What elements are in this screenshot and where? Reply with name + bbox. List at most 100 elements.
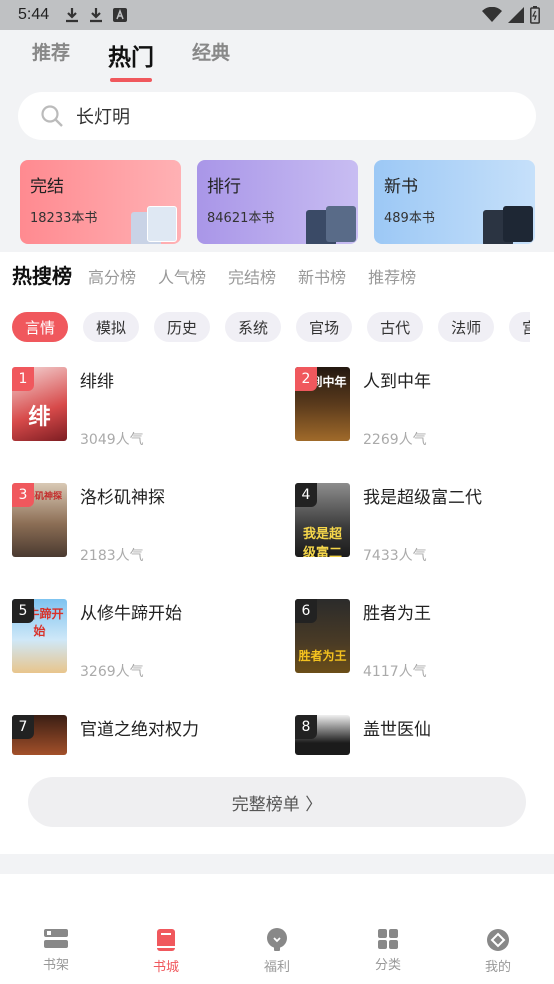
card-finished-title: 完结 [30,177,64,197]
nav-label: 分类 [374,958,401,973]
book-cover: 绯 1 [12,367,67,441]
rank-tab-new[interactable]: 新书榜 [298,264,346,288]
ranking-section: 热搜榜 高分榜 人气榜 完结榜 新书榜 推荐榜 言情 模拟 历史 系统 官场 古… [0,252,554,854]
chip-palace[interactable]: 宫 [509,312,530,342]
rank-badge: 1 [12,367,34,391]
full-list-button[interactable]: 完整榜单 〉 [28,777,526,827]
cover-title: 我是超级富二代 [302,527,342,557]
book-popularity: 2269人气 [363,432,427,448]
nav-label: 书城 [152,960,179,975]
book-title: 从修牛蹄开始 [80,604,182,624]
chip-ancient[interactable]: 古代 [367,312,424,342]
profile-icon [487,929,509,951]
card-new-books[interactable]: 新书 489本书 [374,160,535,244]
card-ranking-covers [302,206,358,244]
card-ranking[interactable]: 排行 84621本书 [197,160,358,244]
book-item[interactable]: 7 官道之绝对权力 [12,715,272,755]
bookshelf-icon [44,929,68,948]
nav-label: 书架 [42,958,69,973]
book-title: 人到中年 [363,372,431,392]
nav-label: 我的 [484,960,511,975]
rank-tab-finished[interactable]: 完结榜 [228,264,276,288]
rank-badge: 8 [295,715,317,739]
status-time: 5:44 [18,6,50,23]
book-title: 胜者为王 [363,604,431,624]
book-popularity: 3269人气 [80,664,144,680]
card-ranking-title: 排行 [207,177,241,197]
book-popularity: 3049人气 [80,432,144,448]
nav-profile[interactable]: 我的 [458,928,538,975]
rank-badge: 2 [295,367,317,391]
book-item[interactable]: 8 盖世医仙 [295,715,554,755]
top-area: 推荐 热门 经典 长灯明 完结 18233本书 排行 84621本书 新书 48… [0,30,554,252]
book-title: 洛杉矶神探 [80,488,165,508]
rank-tab-popularity[interactable]: 人气榜 [158,264,206,288]
book-cover: 人到中年 2 [295,367,350,441]
book-title: 我是超级富二代 [363,488,482,508]
battery-icon [530,6,540,24]
cover-title: 胜者为王 [298,649,347,663]
book-cover: 7 [12,715,67,755]
chip-system[interactable]: 系统 [225,312,282,342]
rank-badge: 6 [295,599,317,623]
chip-romance[interactable]: 言情 [12,312,69,342]
tab-classic[interactable]: 经典 [192,38,230,82]
search-icon [41,105,63,127]
tab-popular[interactable]: 热门 [108,38,154,82]
rank-badge: 7 [12,715,34,739]
category-cards: 完结 18233本书 排行 84621本书 新书 489本书 [20,160,535,244]
nav-welfare[interactable]: 福利 [237,928,317,975]
book-title: 盖世医仙 [363,720,431,740]
genre-chips: 言情 模拟 历史 系统 官场 古代 法师 宫 [12,312,530,344]
book-item[interactable]: 绯 1 绯绯 3049人气 [12,367,272,448]
card-new-title: 新书 [384,177,418,197]
book-item[interactable]: 修牛蹄开始 5 从修牛蹄开始 3269人气 [12,599,272,680]
font-icon [113,8,128,22]
chip-history[interactable]: 历史 [154,312,211,342]
cover-title: 绯 [28,405,51,430]
rank-tab-hot-search[interactable]: 热搜榜 [12,260,72,289]
chip-mage[interactable]: 法师 [438,312,495,342]
book-cover: 我是超级富二代 4 [295,483,350,557]
card-finished[interactable]: 完结 18233本书 [20,160,181,244]
nav-bookshelf[interactable]: 书架 [16,928,96,973]
category-icon [378,929,398,949]
nav-category[interactable]: 分类 [348,928,428,973]
chip-officialdom[interactable]: 官场 [296,312,353,342]
rank-tab-high-score[interactable]: 高分榜 [88,264,136,288]
book-item[interactable]: 我是超级富二代 4 我是超级富二代 7433人气 [295,483,554,564]
book-popularity: 2183人气 [80,548,144,564]
search-text: 长灯明 [76,107,130,128]
nav-label: 福利 [263,960,290,975]
book-city-icon [157,929,175,951]
rank-badge: 5 [12,599,34,623]
book-cover: 洛杉矶神探 3 [12,483,67,557]
book-title: 官道之绝对权力 [80,720,199,740]
bottom-nav: 书架 书城 福利 分类 我的 [0,874,554,984]
card-finished-covers [125,206,181,244]
rank-badge: 4 [295,483,317,507]
tab-recommend[interactable]: 推荐 [32,38,70,82]
book-item[interactable]: 洛杉矶神探 3 洛杉矶神探 2183人气 [12,483,272,564]
wifi-icon [482,7,502,22]
rank-tab-recommend[interactable]: 推荐榜 [368,264,416,288]
book-item[interactable]: 胜者为王 6 胜者为王 4117人气 [295,599,554,680]
book-popularity: 4117人气 [363,664,427,680]
rank-badge: 3 [12,483,34,507]
download-icon [90,8,103,23]
rank-tabs: 热搜榜 高分榜 人气榜 完结榜 新书榜 推荐榜 [12,260,438,289]
search-input[interactable]: 长灯明 [18,92,536,140]
book-popularity: 7433人气 [363,548,427,564]
book-cover: 胜者为王 6 [295,599,350,673]
card-new-covers [479,206,535,244]
nav-book-city[interactable]: 书城 [126,928,206,975]
book-cover: 修牛蹄开始 5 [12,599,67,673]
book-cover: 8 [295,715,350,755]
top-tabs: 推荐 热门 经典 [32,38,230,82]
book-title: 绯绯 [80,372,114,392]
welfare-icon [267,928,287,951]
download-icon [66,8,79,23]
book-item[interactable]: 人到中年 2 人到中年 2269人气 [295,367,554,448]
status-bar: 5:44 [0,0,554,30]
chip-simulation[interactable]: 模拟 [83,312,140,342]
